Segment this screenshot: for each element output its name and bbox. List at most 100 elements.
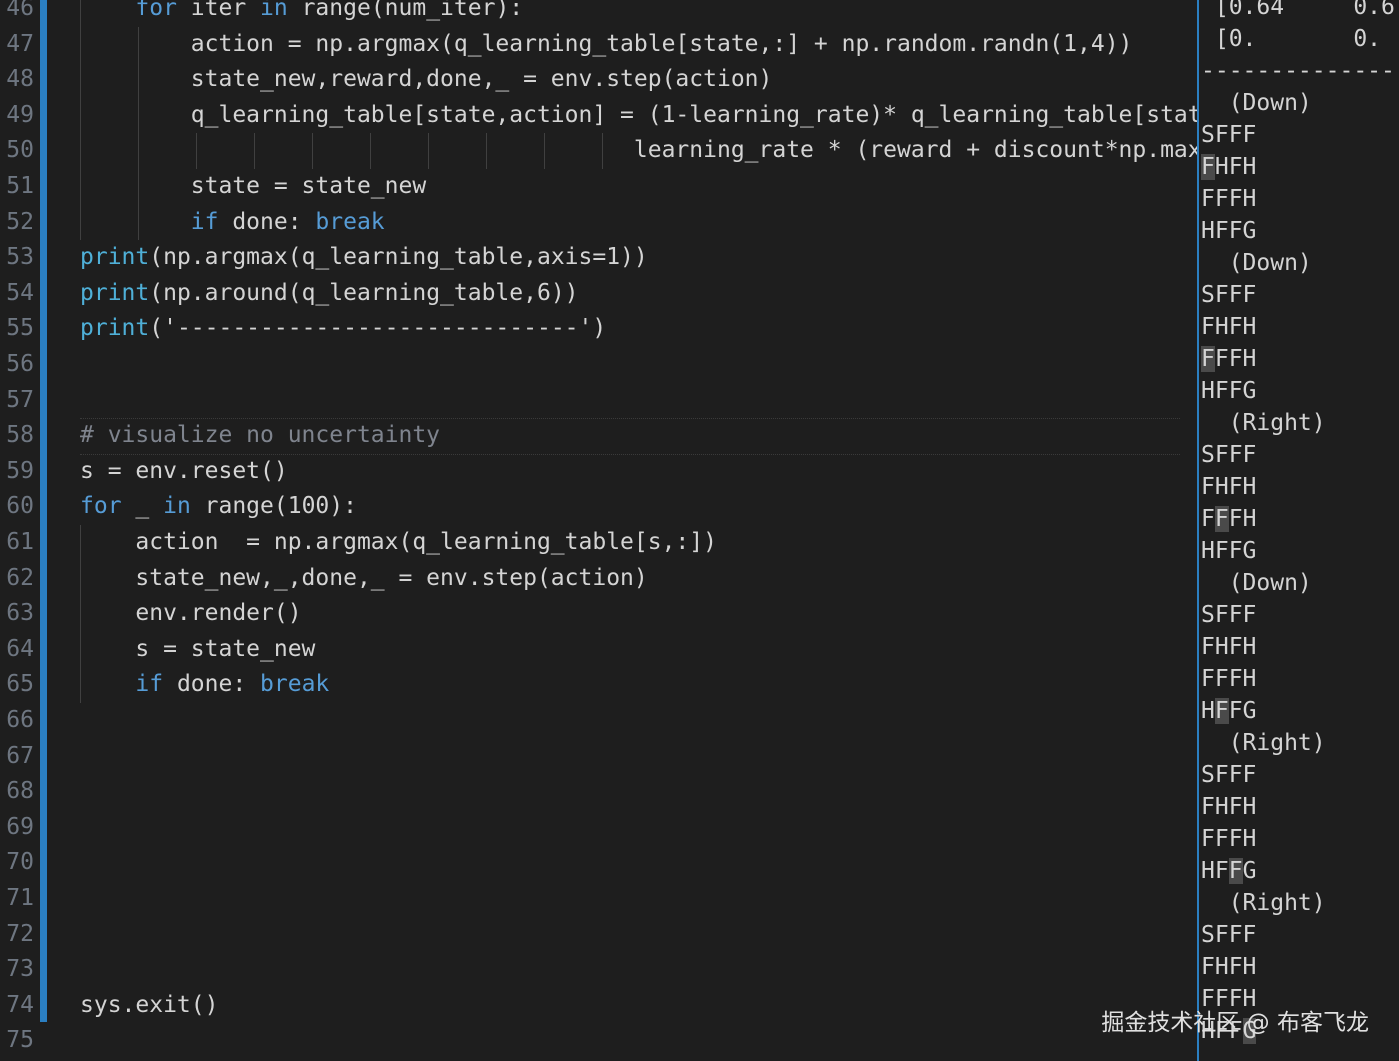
code-token: sys.exit() — [80, 991, 219, 1018]
line-number: 48 — [6, 66, 34, 93]
agent-position-highlight: F — [1228, 858, 1243, 884]
line-number: 59 — [6, 457, 34, 484]
code-line[interactable]: 59 s = env.reset() — [0, 454, 1197, 490]
line-number: 70 — [6, 849, 34, 876]
line-number: 56 — [6, 351, 34, 377]
code-token: done: — [176, 671, 261, 698]
code-line[interactable]: 64 s = state_new — [0, 632, 1197, 668]
line-number: 65 — [6, 671, 34, 698]
line-number: 51 — [6, 173, 34, 199]
code-line[interactable]: 57 — [0, 383, 1197, 419]
line-number: 73 — [6, 956, 34, 983]
line-number: 47 — [6, 30, 34, 57]
code-line[interactable]: 66 — [0, 703, 1197, 739]
terminal-line: FHFH — [1201, 794, 1257, 820]
code-line[interactable]: 69 — [0, 810, 1197, 846]
line-number: 72 — [6, 920, 34, 947]
terminal-line: (Down) — [1201, 250, 1312, 276]
code-line[interactable]: 53 print(np.argmax(q_learning_table,axis=… — [0, 240, 1197, 276]
indent-guide — [486, 133, 487, 169]
code-text: print(np.argmax(q_learning_table,axis=1)… — [80, 240, 648, 276]
code-text: # visualize no uncertainty — [80, 418, 440, 454]
code-line[interactable]: 47 action = np.argmax(q_learning_table[s… — [0, 27, 1197, 63]
code-line[interactable]: 62 state_new,_,done,_ = env.step(action) — [0, 561, 1197, 597]
terminal-line: HFFG — [1201, 858, 1257, 884]
terminal-line: [0. 0. — [1201, 26, 1382, 52]
code-line[interactable]: 67 — [0, 739, 1197, 775]
code-text: action = np.argmax(q_learning_table[stat… — [80, 27, 1133, 63]
code-line[interactable]: 73 — [0, 952, 1197, 988]
code-line[interactable]: 70 — [0, 845, 1197, 881]
code-token: range(100): — [204, 493, 357, 520]
indent-guide — [428, 133, 429, 169]
line-number: 67 — [6, 742, 34, 769]
terminal-line: HFFG — [1201, 378, 1257, 404]
agent-position-highlight: F — [1201, 154, 1215, 180]
code-text: for _ in range(100): — [80, 489, 357, 525]
code-text: state_new,reward,done,_ = env.step(actio… — [80, 62, 773, 98]
code-token: break — [315, 208, 385, 235]
code-token: env.render() — [80, 600, 302, 627]
line-number: 54 — [6, 279, 34, 306]
code-line[interactable]: 46 for iter in range(num_iter): — [0, 0, 1197, 27]
code-line[interactable]: 50 learning_rate * (reward + discount*np… — [0, 133, 1197, 169]
code-text: print('-----------------------------') — [80, 311, 606, 347]
code-token: state_new,_,done,_ = env.step(action) — [80, 564, 648, 591]
agent-position-highlight: F — [1214, 506, 1229, 532]
code-line[interactable]: 55 print('-----------------------------') — [0, 311, 1197, 347]
code-line[interactable]: 52 if done: break — [0, 205, 1197, 241]
code-editor[interactable]: 46 for iter in range(num_iter): 47 action… — [0, 0, 1197, 1061]
code-line[interactable]: 60 for _ in range(100): — [0, 489, 1197, 525]
code-text: action = np.argmax(q_learning_table[s,:]… — [80, 525, 717, 561]
code-line[interactable]: 61 action = np.argmax(q_learning_table[s… — [0, 525, 1197, 561]
terminal-line: FFFH — [1201, 666, 1257, 692]
code-line[interactable]: 48 state_new,reward,done,_ = env.step(ac… — [0, 62, 1197, 98]
indent-guide — [138, 26, 139, 241]
code-text: for iter in range(num_iter): — [80, 0, 523, 27]
code-text: q_learning_table[state,action] = (1-lear… — [80, 98, 1197, 134]
code-token: action = np.argmax(q_learning_table[stat… — [80, 30, 1133, 57]
git-change-gutter-bar — [40, 0, 47, 1022]
line-number: 46 — [6, 0, 34, 21]
code-line[interactable]: 65 if done: break — [0, 667, 1197, 703]
terminal-output-panel[interactable]: [0.64 0.6 [0. 0. -------------- (Down) SFF… — [1197, 0, 1399, 1061]
indent-guide — [80, 0, 81, 241]
code-text: s = state_new — [80, 632, 315, 668]
code-token: print — [80, 315, 150, 342]
code-line[interactable]: 56 — [0, 347, 1197, 383]
terminal-line: SFFF — [1201, 602, 1257, 628]
terminal-line: FHFH — [1201, 634, 1257, 660]
indent-guide — [312, 133, 313, 169]
line-number: 57 — [6, 386, 34, 413]
code-line[interactable]: 75 — [0, 1023, 1197, 1059]
terminal-line: FFFH — [1201, 506, 1257, 532]
terminal-line: HFFG — [1201, 538, 1257, 564]
code-token: done: — [232, 208, 316, 235]
indent-guide — [254, 133, 255, 169]
line-number: 55 — [6, 315, 34, 342]
code-token: in — [163, 493, 205, 520]
code-line[interactable]: 71 — [0, 881, 1197, 917]
code-line[interactable]: 74 sys.exit() — [0, 988, 1197, 1024]
line-number: 63 — [6, 600, 34, 627]
line-number: 52 — [6, 208, 34, 235]
code-line[interactable]: 72 — [0, 917, 1197, 953]
code-token: ('-----------------------------') — [149, 315, 607, 342]
terminal-line: (Right) — [1201, 730, 1326, 756]
terminal-line: FFFH — [1201, 186, 1257, 212]
terminal-line: FHFH — [1201, 314, 1257, 340]
code-line[interactable]: 49 q_learning_table[state,action] = (1-l… — [0, 98, 1197, 134]
code-token: s = env.reset() — [80, 457, 288, 484]
code-line[interactable]: 54 print(np.around(q_learning_table,6)) — [0, 276, 1197, 312]
code-line[interactable]: 51 state = state_new — [0, 169, 1197, 205]
terminal-line: SFFF — [1201, 762, 1257, 788]
code-token: q_learning_table[state,action] = (1-lear… — [190, 101, 1197, 128]
terminal-line: SFFF — [1201, 282, 1257, 308]
line-number: 50 — [6, 137, 34, 164]
code-token: in — [260, 0, 302, 21]
code-line[interactable]: 68 — [0, 774, 1197, 810]
terminal-line: -------------- — [1201, 58, 1395, 84]
code-line[interactable]: 58 # visualize no uncertainty — [0, 418, 1197, 454]
code-token: learning_rate * (reward + discount*np.ma… — [633, 137, 1197, 164]
code-line[interactable]: 63 env.render() — [0, 596, 1197, 632]
